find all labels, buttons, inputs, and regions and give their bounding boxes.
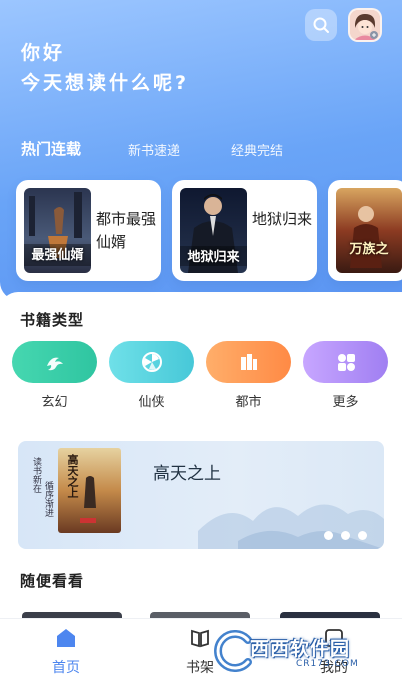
category-label: 仙侠 bbox=[138, 395, 165, 410]
section-title-random: 随便看看 bbox=[20, 572, 85, 590]
category-label: 更多 bbox=[332, 395, 359, 410]
tab-classic-finished[interactable]: 经典完结 bbox=[231, 140, 283, 159]
carousel-dot[interactable] bbox=[341, 531, 350, 540]
book-title: 都市最强仙婿 bbox=[96, 210, 157, 251]
bookshelf-icon bbox=[191, 629, 209, 648]
category-more-button[interactable] bbox=[303, 341, 388, 383]
banner-title: 高天之上 bbox=[153, 464, 221, 484]
tab-hot-serial[interactable]: 热门连载 bbox=[21, 138, 81, 159]
avatar[interactable] bbox=[348, 8, 382, 42]
tab-new-books[interactable]: 新书速递 bbox=[128, 140, 180, 159]
category-xianxia-button[interactable] bbox=[109, 341, 194, 383]
nav-home[interactable]: 首页 bbox=[36, 627, 96, 677]
greeting-question: 今天想读什么呢? bbox=[21, 72, 190, 94]
category-dushi-button[interactable] bbox=[206, 341, 291, 383]
featured-book-card[interactable]: 地狱归来 地狱归来 bbox=[172, 180, 317, 281]
book-cover: 万族之 bbox=[336, 188, 402, 273]
search-button[interactable] bbox=[305, 9, 337, 41]
category-label: 玄幻 bbox=[41, 395, 68, 410]
carousel-dot[interactable] bbox=[358, 531, 367, 540]
banner-cover-text: 高天之上 bbox=[66, 454, 79, 498]
banner-book-cover: 高天之上 bbox=[58, 448, 121, 533]
greeting-hello: 你好 bbox=[21, 42, 66, 64]
hero-curve bbox=[0, 292, 402, 310]
featured-book-card[interactable]: 万族之 bbox=[328, 180, 402, 281]
fan-icon bbox=[141, 352, 162, 372]
featured-book-card[interactable]: 最强仙婿 都市最强仙婿 bbox=[16, 180, 161, 281]
nav-label-home: 首页 bbox=[52, 660, 80, 676]
home-icon bbox=[57, 629, 75, 647]
search-icon bbox=[313, 17, 329, 33]
cover-text: 最强仙婿 bbox=[31, 248, 84, 263]
site-watermark: 西西软件园 CR173.COM bbox=[210, 628, 396, 674]
carousel-dot[interactable] bbox=[324, 531, 333, 540]
grid-icon bbox=[337, 354, 355, 371]
book-cover: 地狱归来 bbox=[180, 188, 247, 273]
cover-text: 地狱归来 bbox=[187, 250, 240, 265]
buildings-icon bbox=[240, 354, 257, 370]
cover-text: 万族之 bbox=[349, 242, 389, 257]
section-title-categories: 书籍类型 bbox=[20, 311, 85, 329]
book-cover: 最强仙婿 bbox=[24, 188, 91, 273]
watermark-text: 西西软件园 bbox=[250, 638, 351, 660]
book-title: 地狱归来 bbox=[252, 210, 313, 228]
category-xuanhuan-button[interactable] bbox=[12, 341, 97, 383]
banner-vertical-text: 循序渐进 bbox=[43, 481, 53, 517]
dragon-icon bbox=[46, 357, 63, 371]
category-label: 都市 bbox=[235, 395, 262, 410]
banner-vertical-text: 读书新在 bbox=[31, 457, 41, 493]
watermark-sub: CR173.COM bbox=[296, 659, 359, 669]
